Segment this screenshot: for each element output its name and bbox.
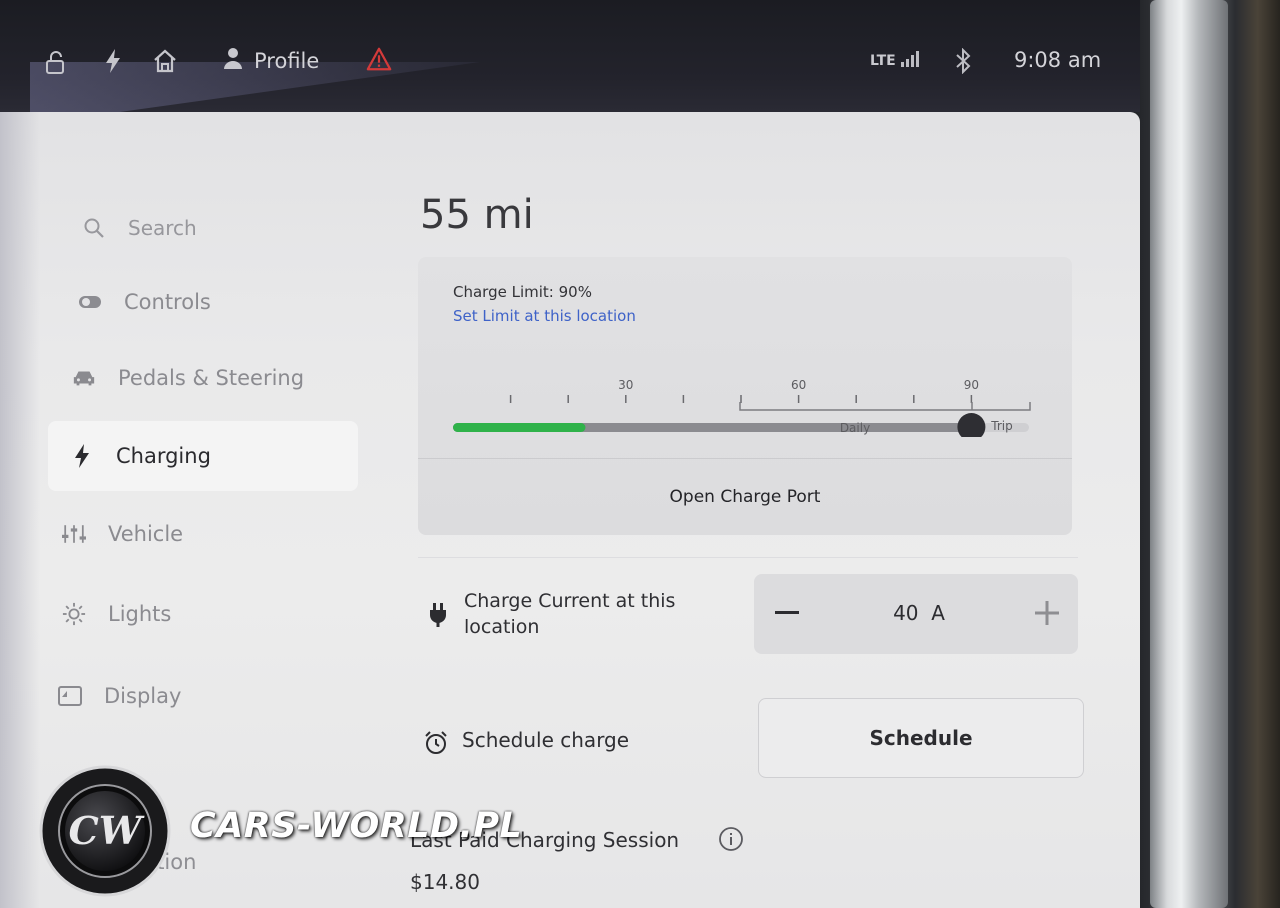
sidebar-item-search[interactable]: Search <box>82 216 197 240</box>
schedule-button[interactable]: Schedule <box>758 698 1084 778</box>
status-bar: Profile LTE 9:08 am <box>0 0 1140 112</box>
divider <box>418 557 1078 558</box>
person-icon <box>222 46 244 75</box>
charge-limit-label: Charge Limit: 90% <box>453 283 592 301</box>
lock-icon[interactable] <box>42 50 68 76</box>
sliders-icon <box>62 522 86 546</box>
open-charge-port-button[interactable]: Open Charge Port <box>418 459 1072 535</box>
increase-current-button[interactable] <box>1030 596 1064 630</box>
watermark-text: CARS-WORLD.PL <box>190 806 523 846</box>
toggle-icon <box>78 290 102 314</box>
car-icon <box>72 366 96 390</box>
info-icon[interactable] <box>718 826 744 856</box>
sun-icon <box>62 602 86 626</box>
charge-current-stepper: 40 A <box>754 574 1078 654</box>
sidebar-item-controls[interactable]: Controls <box>78 290 211 314</box>
display-icon <box>58 684 82 708</box>
sidebar-item-label: Controls <box>124 290 211 314</box>
slider-tick-label: 60 <box>791 378 806 392</box>
signal-icon <box>900 50 920 72</box>
sidebar-item-label: Pedals & Steering <box>118 366 305 390</box>
watermark-logo: CW <box>38 764 172 902</box>
slider-tick-label: 30 <box>618 378 633 392</box>
alert-triangle-icon[interactable] <box>366 46 392 72</box>
charge-current-label: Charge Current at this location <box>464 590 676 638</box>
sidebar-item-label: Lights <box>108 602 172 626</box>
bolt-icon[interactable] <box>100 48 126 74</box>
range-label-daily: Daily <box>840 421 870 435</box>
sidebar-item-label: Search <box>128 216 197 240</box>
sidebar-item-label: Charging <box>116 444 211 468</box>
home-icon[interactable] <box>152 48 178 74</box>
bolt-icon <box>70 444 94 468</box>
sidebar-item-label: Vehicle <box>108 522 184 546</box>
sidebar-item-vehicle[interactable]: Vehicle <box>62 522 183 546</box>
sidebar-item-display[interactable]: Display <box>58 684 181 708</box>
bluetooth-icon[interactable] <box>950 48 976 74</box>
sidebar-item-pedals-steering[interactable]: Pedals & Steering <box>72 366 304 390</box>
sidebar-item-label: Display <box>104 684 182 708</box>
clock-time: 9:08 am <box>1014 48 1102 72</box>
network-label: LTE <box>870 53 896 69</box>
range-bracket: Daily Trip <box>739 402 1031 435</box>
last-paid-session-value: $14.80 <box>410 870 480 894</box>
charge-limit-card: Charge Limit: 90% Set Limit at this loca… <box>418 257 1072 535</box>
range-label-trip: Trip <box>990 419 1012 433</box>
svg-text:CW: CW <box>69 808 145 853</box>
charge-current-value: 40 A <box>893 601 945 625</box>
search-icon <box>82 216 106 240</box>
set-limit-link[interactable]: Set Limit at this location <box>453 307 636 325</box>
profile-button[interactable]: Profile <box>222 46 319 75</box>
alarm-clock-icon <box>423 730 449 760</box>
slider-tick-label: 90 <box>964 378 979 392</box>
network-status: LTE <box>870 50 920 72</box>
car-trim <box>1120 0 1280 908</box>
profile-label: Profile <box>254 48 320 73</box>
schedule-charge-label: Schedule charge <box>462 728 630 752</box>
range-display: 55 mi <box>420 192 534 238</box>
plug-icon <box>428 602 448 632</box>
sidebar-item-charging[interactable]: Charging <box>48 421 358 491</box>
sidebar-item-lights[interactable]: Lights <box>62 602 171 626</box>
decrease-current-button[interactable] <box>770 596 804 630</box>
